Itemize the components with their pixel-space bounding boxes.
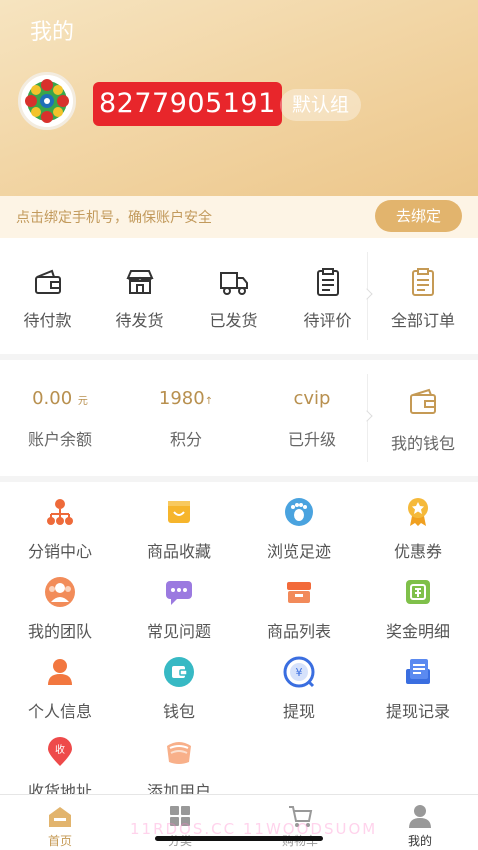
team-icon (45, 577, 75, 607)
withdraw-icon: ¥ (283, 656, 315, 688)
username: 8277905191 (93, 82, 282, 126)
service-distribution-center[interactable]: 分销中心 (0, 482, 120, 562)
service-withdraw[interactable]: ¥ 提现 (239, 642, 359, 722)
org-chart-icon (47, 499, 73, 525)
service-product-list[interactable]: 商品列表 (239, 562, 359, 642)
service-label: 奖金明细 (385, 622, 450, 641)
service-label: 钱包 (162, 702, 195, 721)
points-label: 积分 (169, 430, 202, 449)
bind-phone-text: 点击绑定手机号，确保账户安全 (16, 210, 212, 226)
wallet-card: 0.00 元 账户余额 1980↑ 积分 cvip 已升级 我的钱包 (0, 360, 478, 476)
my-wallet-label: 我的钱包 (390, 434, 455, 453)
chat-icon (166, 581, 192, 605)
footprint-icon (285, 498, 313, 526)
balance-amount: 0.00 (32, 388, 73, 409)
service-label: 商品收藏 (146, 542, 211, 561)
wallet-icon (34, 269, 61, 294)
service-footprint[interactable]: 浏览足迹 (239, 482, 359, 562)
svg-text:¥: ¥ (296, 666, 303, 679)
service-coupons[interactable]: 优惠券 (358, 482, 478, 562)
order-label: 待发货 (115, 311, 164, 330)
order-pending-review[interactable]: 待评价 (280, 238, 375, 354)
service-label: 分销中心 (27, 542, 92, 561)
service-label: 浏览足迹 (266, 542, 331, 561)
level-value: cvip (293, 388, 331, 409)
services-grid: 分销中心 商品收藏 浏览足迹 优惠券 我的团队 常见问题 商品列表 奖金明细 个… (0, 482, 478, 801)
service-label: 常见问题 (146, 622, 211, 641)
avatar-image (21, 75, 73, 127)
service-favorites[interactable]: 商品收藏 (119, 482, 239, 562)
service-label: 个人信息 (27, 702, 92, 721)
service-label: 提现记录 (385, 702, 450, 721)
service-my-team[interactable]: 我的团队 (0, 562, 120, 642)
user-group-tag: 默认组 (280, 89, 362, 121)
service-bonus-details[interactable]: 奖金明细 (358, 562, 478, 642)
profile-header: 我的 8277905191 默认组 (0, 0, 478, 196)
service-faq[interactable]: 常见问题 (119, 562, 239, 642)
service-add-user[interactable]: 添加用户 (119, 722, 239, 802)
store-icon (125, 270, 154, 294)
record-icon (406, 659, 430, 684)
my-wallet[interactable]: 我的钱包 (374, 360, 472, 476)
home-indicator (155, 836, 323, 841)
orders-card: 待付款 待发货 已发货 待评价 全部订单 (0, 238, 478, 354)
home-icon (49, 807, 71, 827)
tab-home[interactable]: 首页 (0, 795, 120, 850)
service-shipping-address[interactable]: 收 收货地址 (0, 722, 120, 802)
service-label: 商品列表 (266, 622, 331, 641)
member-level[interactable]: cvip 已升级 (252, 360, 372, 476)
bind-phone-button[interactable]: 去绑定 (375, 200, 462, 232)
add-user-icon (167, 742, 191, 764)
shop-list-icon (287, 582, 311, 603)
order-label: 待付款 (23, 311, 72, 330)
points-value: 1980↑ (126, 388, 246, 409)
truck-icon (219, 272, 248, 295)
order-label: 已发货 (209, 311, 258, 330)
order-all[interactable]: 全部订单 (374, 238, 472, 354)
service-label: 优惠券 (393, 542, 442, 561)
location-icon: 收 (48, 737, 72, 766)
points[interactable]: 1980↑ 积分 (126, 360, 246, 476)
avatar[interactable] (18, 72, 76, 130)
person-icon (48, 659, 72, 685)
bind-phone-bar: 点击绑定手机号，确保账户安全 去绑定 (0, 196, 478, 238)
medal-icon (408, 498, 428, 526)
order-pending-shipment[interactable]: 待发货 (92, 238, 187, 354)
order-pending-payment[interactable]: 待付款 (0, 238, 95, 354)
wallet-icon (410, 388, 436, 414)
order-label: 待评价 (303, 311, 352, 330)
wallet-round-icon (164, 657, 194, 687)
svg-text:收: 收 (55, 743, 65, 756)
service-label: 我的团队 (27, 622, 92, 641)
service-withdraw-records[interactable]: 提现记录 (358, 642, 478, 722)
balance-value: 0.00 元 (0, 388, 120, 409)
service-label: 提现 (282, 702, 315, 721)
level-label: 已升级 (287, 430, 336, 449)
clipboard-icon (316, 268, 339, 296)
page-title: 我的 (30, 20, 75, 45)
service-wallet[interactable]: 钱包 (119, 642, 239, 722)
bonus-icon (406, 580, 430, 604)
order-list-icon (412, 268, 434, 296)
arrow-up-icon: ↑ (204, 396, 214, 407)
tab-profile[interactable]: 我的 (360, 795, 478, 850)
service-personal-info[interactable]: 个人信息 (0, 642, 120, 722)
order-shipped[interactable]: 已发货 (186, 238, 281, 354)
smile-bag-icon (168, 501, 190, 523)
order-label: 全部订单 (390, 311, 455, 330)
tab-label: 首页 (47, 834, 72, 848)
points-amount: 1980 (158, 388, 205, 409)
account-balance[interactable]: 0.00 元 账户余额 (0, 360, 120, 476)
tab-label: 我的 (407, 834, 432, 848)
profile-icon (409, 805, 431, 828)
balance-label: 账户余额 (27, 430, 92, 449)
balance-unit: 元 (77, 396, 88, 407)
